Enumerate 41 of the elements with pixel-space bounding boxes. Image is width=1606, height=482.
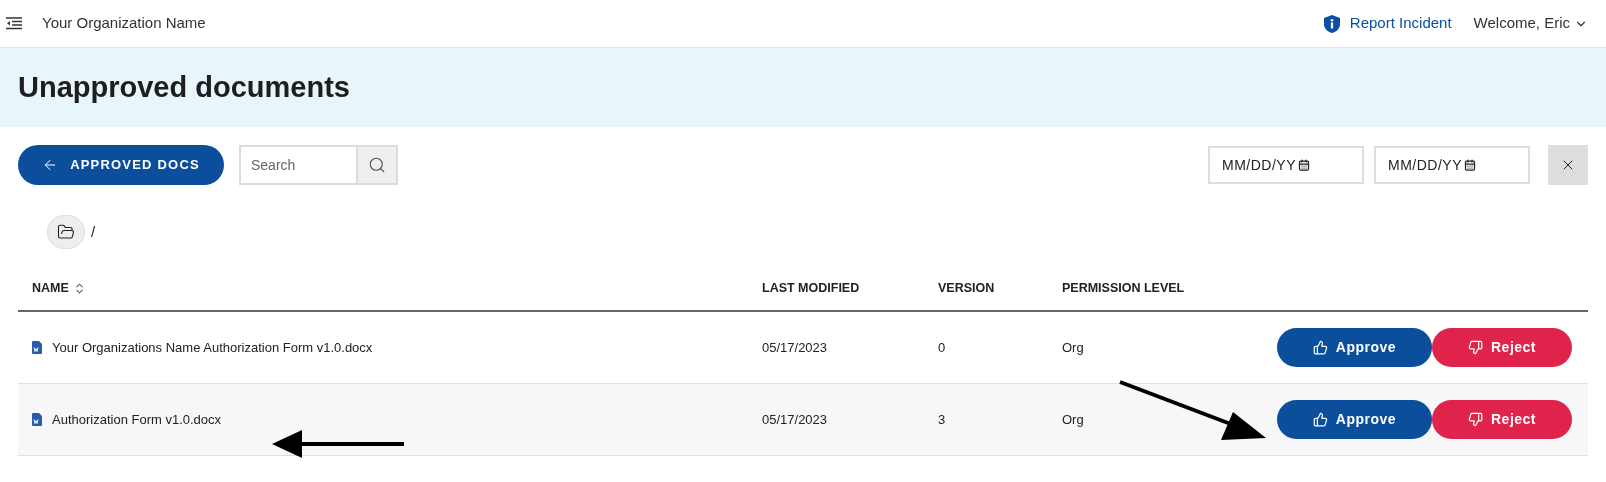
thumbs-down-icon [1468, 340, 1483, 355]
approve-button[interactable]: Approve [1277, 328, 1432, 367]
calendar-icon[interactable] [1298, 159, 1310, 171]
reject-button[interactable]: Reject [1432, 400, 1572, 439]
shield-info-icon [1323, 14, 1340, 33]
search-icon [368, 156, 386, 174]
reject-button[interactable]: Reject [1432, 328, 1572, 367]
word-document-icon [32, 341, 42, 354]
table-cell: 05/17/2023 [762, 411, 828, 427]
word-document-icon [32, 413, 42, 426]
report-incident-link[interactable]: Report Incident [1349, 12, 1452, 35]
thumbs-up-icon [1312, 340, 1328, 355]
search-field[interactable]: Search [239, 145, 358, 185]
column-header: PERMISSION LEVEL [1062, 280, 1185, 298]
breadcrumb-separator: / [91, 221, 96, 242]
page-title: Unapproved documents [18, 69, 350, 105]
column-header[interactable]: NAME [32, 279, 69, 298]
column-header: LAST MODIFIED [762, 280, 860, 298]
menu-icon[interactable] [6, 17, 22, 30]
search-button[interactable] [358, 145, 398, 185]
approved-docs-button[interactable]: APPROVED DOCS [18, 145, 224, 185]
thumbs-down-icon [1468, 412, 1483, 427]
document-name[interactable]: Your Organizations Name Authorization Form v1.0.docx [52, 337, 373, 358]
table-cell: Org [1062, 411, 1084, 427]
folder-button[interactable] [47, 215, 85, 249]
user-menu[interactable]: Welcome, Eric [1473, 12, 1588, 35]
organization-name: Your Organization Name [42, 13, 206, 34]
column-header: VERSION [938, 280, 995, 298]
date-field[interactable]: MM/DD/YY [1208, 146, 1364, 184]
approve-button[interactable]: Approve [1277, 400, 1432, 439]
date-placeholder: MM/DD/YY [1222, 155, 1296, 175]
date-field[interactable]: MM/DD/YY [1374, 146, 1530, 184]
folder-open-icon [57, 223, 75, 241]
table-cell: Org [1062, 339, 1084, 355]
table-cell: 05/17/2023 [762, 339, 828, 355]
thumbs-up-icon [1312, 412, 1328, 427]
table-cell: 3 [938, 411, 946, 427]
table-cell: 0 [938, 339, 946, 355]
document-name[interactable]: Authorization Form v1.0.docx [52, 409, 222, 430]
calendar-icon[interactable] [1464, 159, 1476, 171]
date-placeholder: MM/DD/YY [1388, 155, 1462, 175]
